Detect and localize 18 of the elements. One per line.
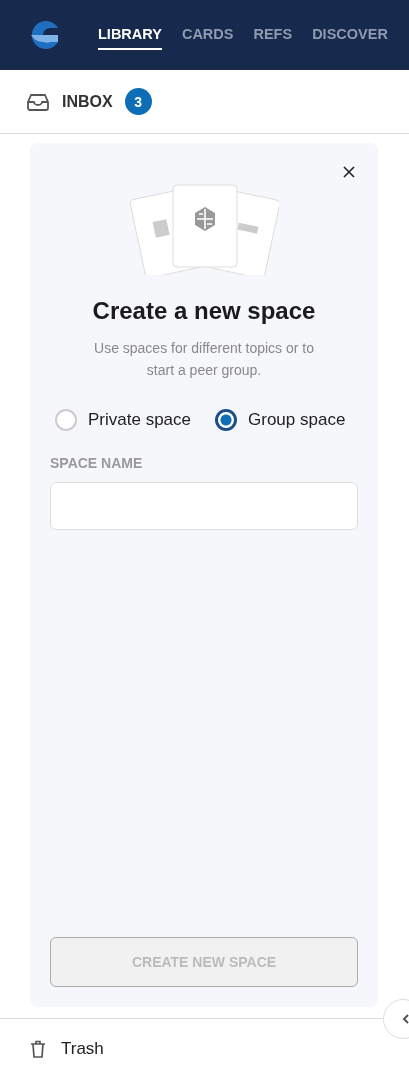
space-type-radio[interactable]: Group space xyxy=(215,409,346,431)
nav-tab[interactable]: CARDS xyxy=(181,20,234,50)
trash-label[interactable]: Trash xyxy=(61,1039,104,1059)
trash-icon xyxy=(28,1039,48,1059)
radio-label: Group space xyxy=(248,410,346,430)
space-name-field[interactable] xyxy=(50,482,358,530)
dialog-title: Create a new space xyxy=(92,297,316,325)
dialog-description: Use spaces for different topics or to start a peer group. xyxy=(93,339,315,380)
space-type-radio[interactable]: Private space xyxy=(55,409,191,431)
field-label: SPACE NAME xyxy=(50,455,144,471)
inbox-icon xyxy=(26,92,50,111)
nav-tab[interactable]: DISCOVER xyxy=(312,20,388,50)
inbox-label[interactable]: INBOX xyxy=(62,92,113,111)
radio-label: Private space xyxy=(88,410,191,430)
close-button[interactable] xyxy=(342,165,356,179)
nav-tab[interactable]: REFS xyxy=(253,20,293,50)
inbox-count-badge: 3 xyxy=(124,88,152,115)
nav-tab[interactable]: LIBRARY xyxy=(98,20,162,50)
